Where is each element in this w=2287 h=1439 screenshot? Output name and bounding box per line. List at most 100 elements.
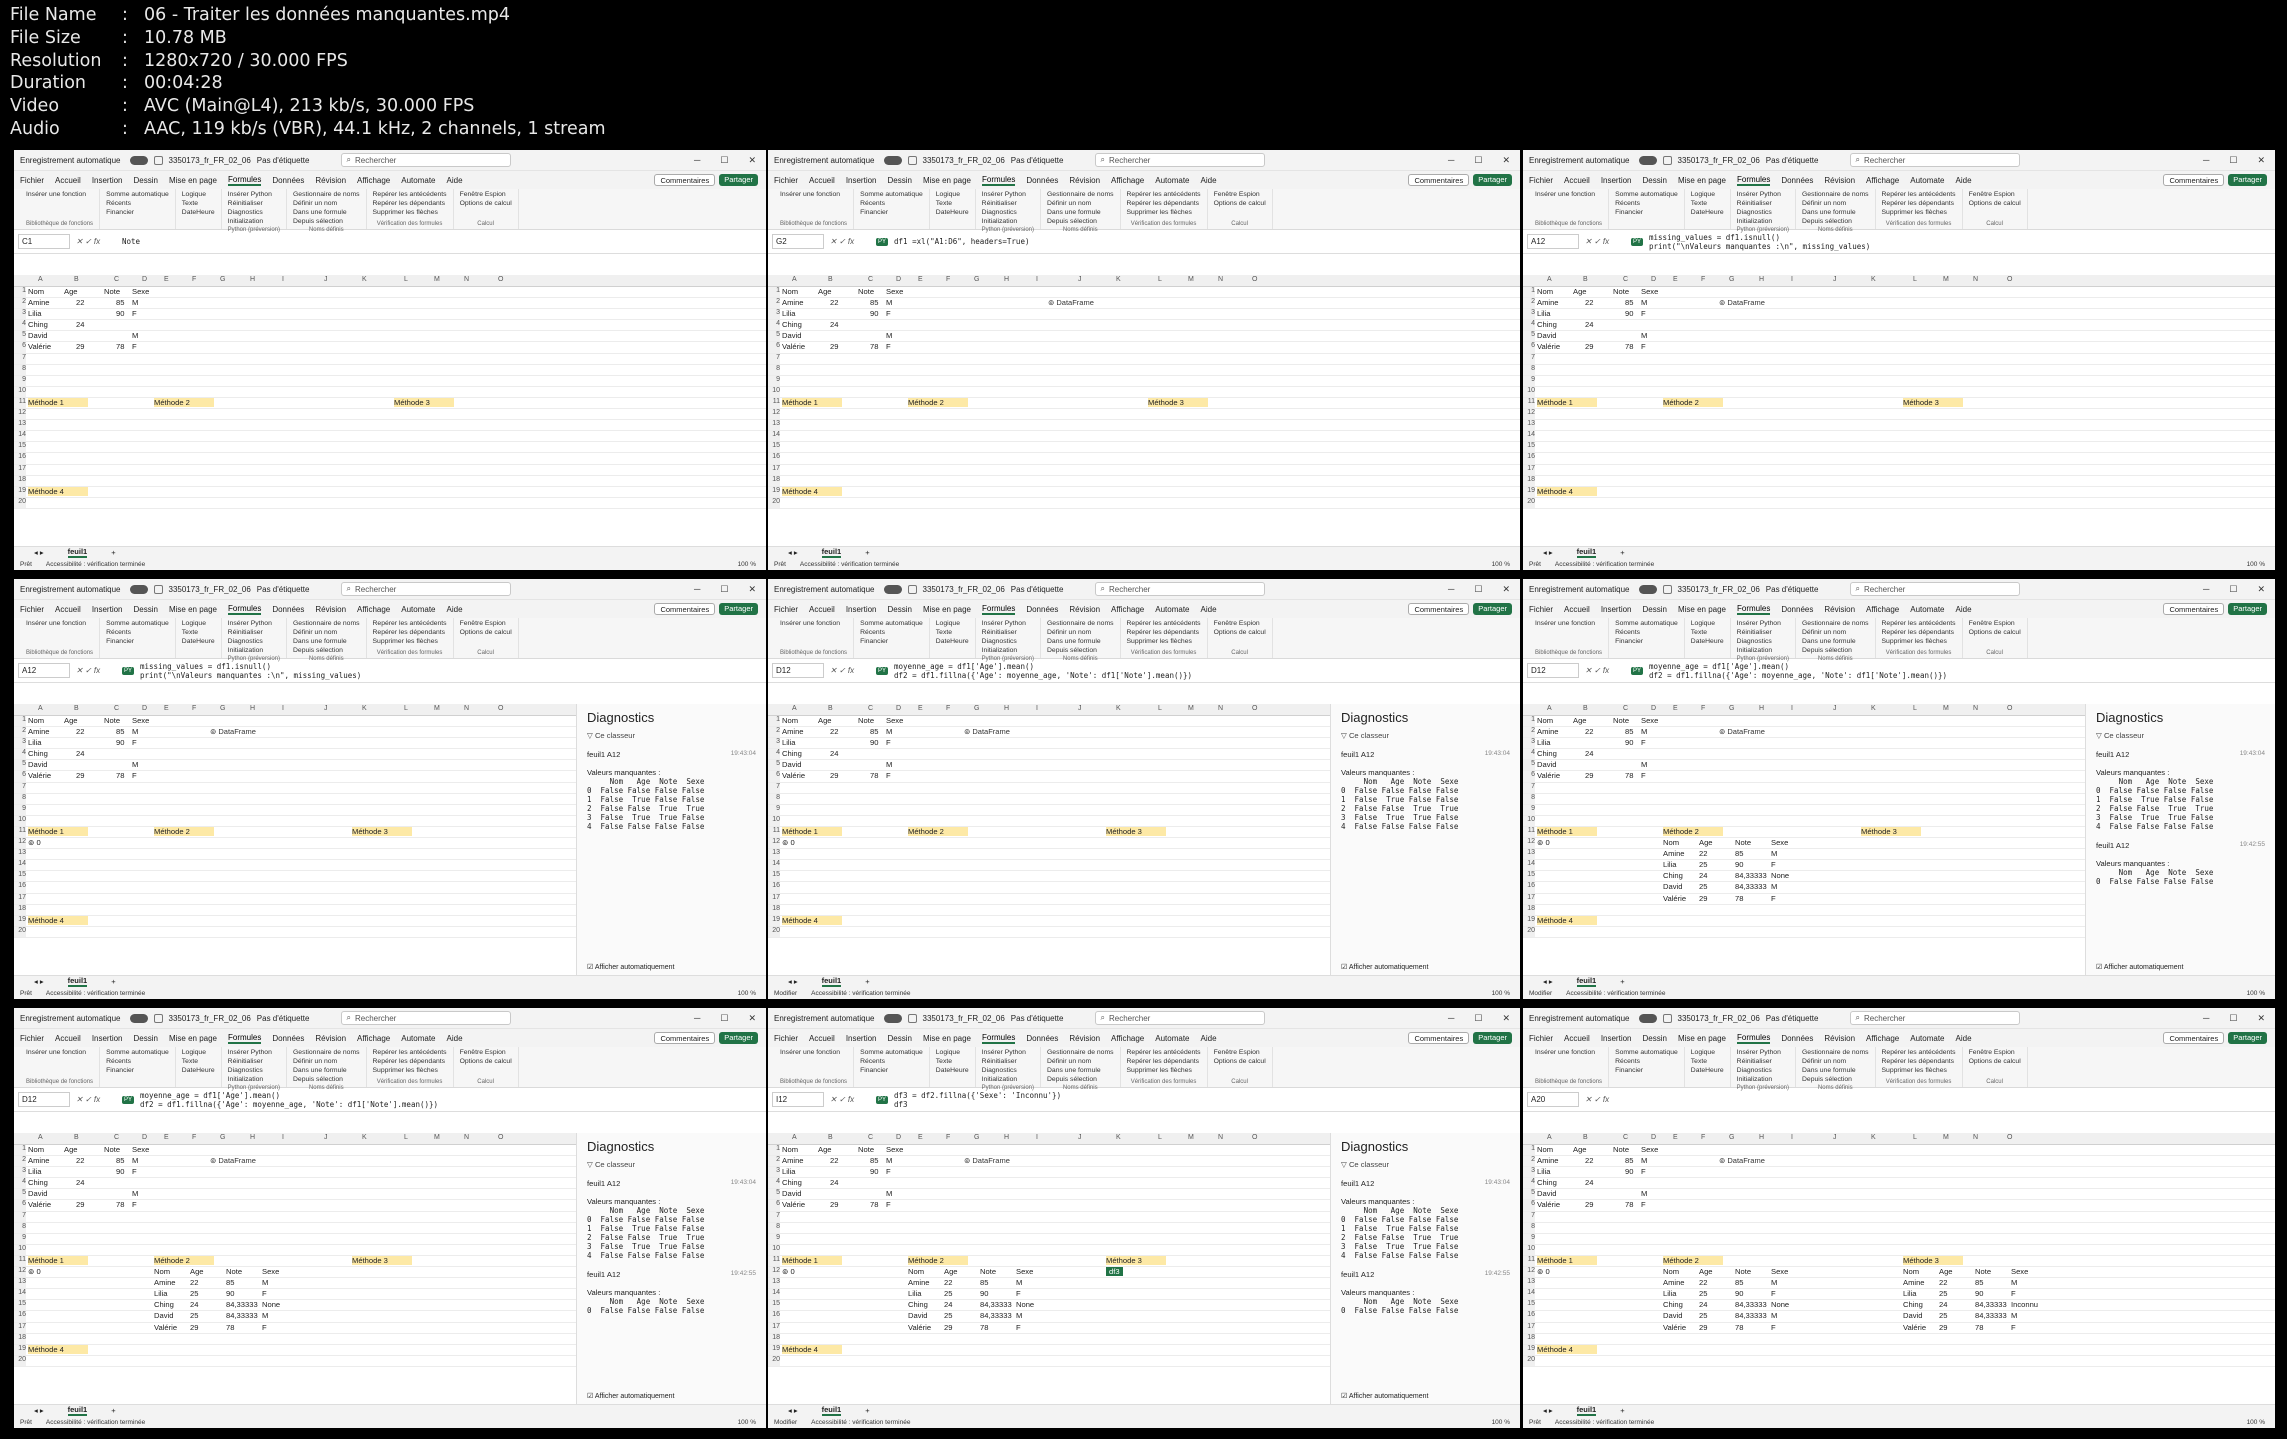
cell[interactable]: M — [1641, 331, 1647, 340]
ribbon-button[interactable]: Réinitialiser — [228, 629, 280, 636]
ribbon-button[interactable]: Texte — [936, 1058, 969, 1065]
comments-button[interactable]: Commentaires — [654, 1032, 716, 1044]
row-number[interactable]: 9 — [14, 1233, 26, 1244]
row-number[interactable]: 16 — [1523, 453, 1535, 464]
cell[interactable]: 78 — [1625, 771, 1633, 780]
cell[interactable]: Valérie — [782, 771, 805, 780]
menu-tab[interactable]: Données — [1781, 176, 1813, 185]
cell[interactable]: Valérie — [28, 771, 51, 780]
cell[interactable]: Note — [858, 716, 874, 725]
column-header[interactable]: B — [1583, 705, 1588, 712]
menu-tab[interactable]: Affichage — [1866, 1034, 1899, 1043]
cell[interactable]: 24 — [1699, 871, 1707, 880]
cell[interactable]: Ching — [908, 1300, 928, 1309]
column-header[interactable]: L — [1913, 276, 1917, 283]
ribbon-button[interactable]: Options de calcul — [460, 200, 512, 207]
cell-m1[interactable]: ⊚ 0 — [1537, 838, 1550, 847]
row-number[interactable]: 1 — [14, 287, 26, 298]
row-number[interactable]: 4 — [14, 749, 26, 760]
row-number[interactable]: 7 — [1523, 782, 1535, 793]
zoom-level[interactable]: 100 % — [2247, 561, 2275, 568]
cell[interactable]: 85 — [116, 298, 124, 307]
cell[interactable]: Age — [818, 1145, 832, 1154]
close-icon[interactable]: ✕ — [2257, 584, 2265, 595]
cell[interactable]: Sexe — [1016, 1267, 1033, 1276]
column-header[interactable]: A — [1547, 1134, 1552, 1141]
column-header[interactable]: L — [1913, 705, 1917, 712]
fx-icon[interactable]: ✕ ✓ fx — [1585, 1095, 1625, 1104]
close-icon[interactable]: ✕ — [748, 1013, 756, 1024]
cell[interactable]: Sexe — [2011, 1267, 2028, 1276]
cell[interactable]: 24 — [76, 320, 84, 329]
cell[interactable]: 78 — [980, 1323, 988, 1332]
cell[interactable]: Valérie — [782, 1200, 805, 1209]
menu-tab[interactable]: Formules — [227, 604, 262, 615]
menu-tab[interactable]: Révision — [315, 1034, 346, 1043]
column-header[interactable]: I — [1791, 705, 1793, 712]
cell[interactable]: 85 — [1625, 1156, 1633, 1165]
column-header[interactable]: J — [324, 276, 328, 283]
minimize-icon[interactable]: ─ — [694, 584, 700, 595]
ribbon-button[interactable]: DateHeure — [936, 209, 969, 216]
cell[interactable]: 84,33333 — [980, 1300, 1012, 1309]
cell[interactable]: 25 — [190, 1311, 198, 1320]
column-header[interactable]: L — [1158, 276, 1162, 283]
ribbon-button[interactable]: Réinitialiser — [228, 1058, 280, 1065]
row-number[interactable]: 17 — [14, 893, 26, 904]
ribbon-button[interactable]: Réinitialiser — [982, 200, 1034, 207]
menu-tab[interactable]: Accueil — [55, 605, 81, 614]
row-number[interactable]: 6 — [14, 1200, 26, 1211]
menu-tab[interactable]: Formules — [227, 175, 262, 186]
comments-button[interactable]: Commentaires — [2163, 603, 2225, 615]
cell[interactable]: Amine — [908, 1278, 930, 1287]
row-number[interactable]: 8 — [1523, 793, 1535, 804]
menu-tab[interactable]: Mise en page — [1678, 605, 1726, 614]
column-header[interactable]: D — [142, 276, 147, 283]
ribbon-button[interactable]: Depuis sélection — [1802, 218, 1869, 225]
zoom-level[interactable]: 100 % — [738, 990, 766, 997]
cell[interactable]: Lilia — [1663, 860, 1677, 869]
ribbon-button[interactable]: Insérer une fonction — [26, 1049, 93, 1056]
dataframe-chip[interactable]: ⊚ DataFrame — [964, 727, 1010, 736]
menu-tab[interactable]: Mise en page — [169, 605, 217, 614]
ribbon-button[interactable]: Dans une formule — [293, 209, 360, 216]
cell[interactable]: Note — [858, 287, 874, 296]
row-number[interactable]: 10 — [14, 386, 26, 397]
ribbon-button[interactable]: Gestionnaire de noms — [1802, 1049, 1869, 1056]
menu-tab[interactable]: Accueil — [55, 1034, 81, 1043]
column-header[interactable]: O — [2007, 1134, 2012, 1141]
cell-m1[interactable]: ⊚ 0 — [1537, 1267, 1550, 1276]
menu-tab[interactable]: Fichier — [20, 605, 44, 614]
cell[interactable]: David — [1537, 1189, 1556, 1198]
column-header[interactable]: J — [1833, 276, 1837, 283]
ribbon-button[interactable]: Fenêtre Espion — [1214, 1049, 1266, 1056]
menu-tab[interactable]: Mise en page — [923, 176, 971, 185]
ribbon-button[interactable]: Insérer Python — [982, 191, 1034, 198]
column-header[interactable]: J — [1833, 1134, 1837, 1141]
fx-icon[interactable]: ✕ ✓ fx — [76, 1095, 116, 1104]
close-icon[interactable]: ✕ — [2257, 1013, 2265, 1024]
ribbon-button[interactable]: Définir un nom — [1802, 200, 1869, 207]
row-number[interactable]: 19 — [1523, 486, 1535, 497]
cell[interactable]: Lilia — [908, 1289, 922, 1298]
ribbon-button[interactable]: Texte — [1691, 629, 1724, 636]
row-number[interactable]: 8 — [768, 793, 780, 804]
cell[interactable]: 78 — [870, 1200, 878, 1209]
ribbon-button[interactable]: Depuis sélection — [1047, 218, 1114, 225]
menu-tab[interactable]: Affichage — [357, 176, 390, 185]
row-number[interactable]: 2 — [768, 1156, 780, 1167]
column-header[interactable]: I — [282, 705, 284, 712]
cell[interactable]: Nom — [782, 1145, 798, 1154]
menu-tab[interactable]: Automate — [1910, 1034, 1944, 1043]
row-number[interactable]: 12 — [1523, 409, 1535, 420]
cell[interactable]: Ching — [1663, 871, 1683, 880]
column-header[interactable]: M — [434, 705, 440, 712]
row-number[interactable]: 7 — [1523, 353, 1535, 364]
cell[interactable]: Lilia — [1537, 738, 1551, 747]
maximize-icon[interactable]: ☐ — [2229, 1013, 2237, 1024]
ribbon-button[interactable]: Repérer les dépendants — [1882, 629, 1956, 636]
column-header[interactable]: K — [1116, 1134, 1121, 1141]
ribbon-button[interactable]: Options de calcul — [1969, 200, 2021, 207]
column-header[interactable]: O — [2007, 276, 2012, 283]
cell[interactable]: 90 — [870, 309, 878, 318]
